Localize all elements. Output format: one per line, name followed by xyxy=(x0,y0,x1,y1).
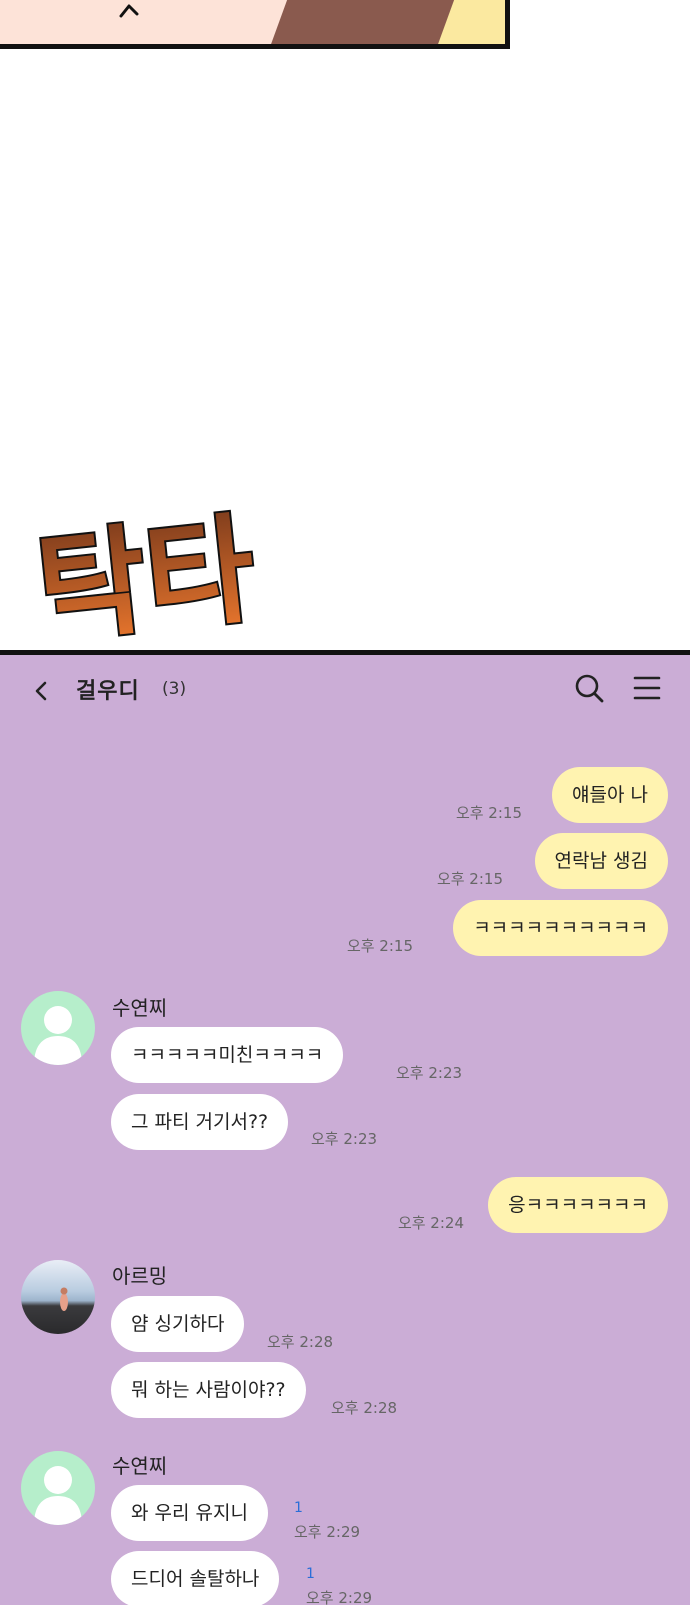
hamburger-menu-icon[interactable] xyxy=(633,675,661,701)
message-bubble-mine[interactable]: ㅋㅋㅋㅋㅋㅋㅋㅋㅋㅋ xyxy=(453,900,668,956)
message-bubble-mine[interactable]: 얘들아 나 xyxy=(552,767,668,823)
chat-member-count: (3) xyxy=(162,679,187,699)
profile-photo xyxy=(60,1287,68,1311)
message-bubble-theirs[interactable]: 얌 싱기하다 xyxy=(111,1296,245,1352)
default-profile-icon xyxy=(34,1006,82,1065)
message-bubble-theirs[interactable]: 뭐 하는 사람이야?? xyxy=(111,1362,306,1418)
comic-panel-top xyxy=(0,0,510,49)
sender-name: 수연찌 xyxy=(112,996,168,1020)
message-timestamp: 오후 2:15 xyxy=(346,937,413,955)
back-icon[interactable] xyxy=(30,679,54,703)
message-timestamp: 오후 2:29 xyxy=(294,1523,361,1541)
unread-count: 1 xyxy=(294,1500,303,1516)
avatar-sender[interactable] xyxy=(21,1260,95,1334)
message-bubble-mine[interactable]: 응ㅋㅋㅋㅋㅋㅋㅋ xyxy=(488,1177,668,1233)
message-bubble-theirs[interactable]: 그 파티 거기서?? xyxy=(111,1094,289,1150)
default-profile-icon xyxy=(34,1466,82,1525)
chat-room-title: 걸우디 xyxy=(76,679,140,704)
message-timestamp: 오후 2:28 xyxy=(331,1399,398,1417)
avatar-sender[interactable] xyxy=(21,1451,95,1525)
avatar-sender[interactable] xyxy=(21,991,95,1065)
message-bubble-mine[interactable]: 연락남 생김 xyxy=(534,833,668,889)
message-timestamp: 오후 2:15 xyxy=(455,804,522,822)
sender-name: 수연찌 xyxy=(112,1454,168,1478)
message-timestamp: 오후 2:28 xyxy=(267,1333,334,1351)
message-bubble-theirs[interactable]: ㅋㅋㅋㅋㅋ미친ㅋㅋㅋㅋ xyxy=(111,1027,344,1083)
message-timestamp: 오후 2:24 xyxy=(397,1214,464,1232)
panel-art-mark xyxy=(119,4,139,18)
search-icon[interactable] xyxy=(574,673,604,703)
unread-count: 1 xyxy=(306,1566,315,1582)
message-timestamp: 오후 2:15 xyxy=(436,870,503,888)
sender-name: 아르밍 xyxy=(112,1264,168,1288)
message-bubble-theirs[interactable]: 드디어 솔탈하나 xyxy=(111,1551,280,1607)
message-bubble-theirs[interactable]: 와 우리 유지니 xyxy=(111,1485,268,1541)
sound-effect-text: 탁타 xyxy=(34,499,261,659)
chat-screen: 걸우디 (3) 얘들아 나 오후 2:15 연락남 생김 오후 2:15 ㅋㅋㅋ… xyxy=(0,650,690,1607)
message-timestamp: 오후 2:23 xyxy=(396,1064,463,1082)
message-timestamp: 오후 2:23 xyxy=(311,1130,378,1148)
message-timestamp: 오후 2:29 xyxy=(306,1589,373,1607)
